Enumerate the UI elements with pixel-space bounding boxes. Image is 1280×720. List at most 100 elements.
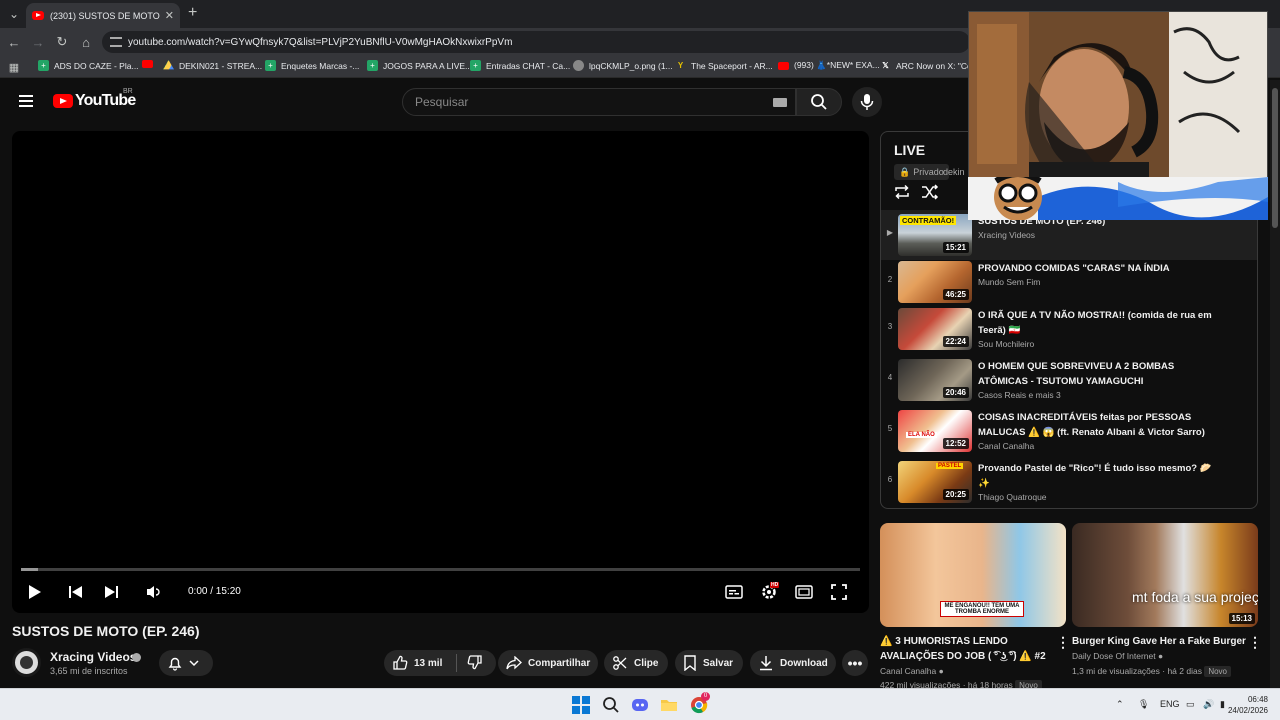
recommended-channel[interactable]: Canal Canalha ●: [880, 666, 944, 676]
forward-icon[interactable]: →: [29, 33, 47, 51]
country-code: BR: [123, 88, 133, 95]
bookmark-item[interactable]: DEKIN021 - STREA...: [163, 60, 262, 71]
browser-tab-active[interactable]: (2301) SUSTOS DE MOTO (EP. 2 ✕: [26, 3, 180, 28]
fullscreen-button[interactable]: [827, 580, 851, 604]
thumbnail[interactable]: PASTEL 20:25: [898, 461, 972, 503]
thumbnail[interactable]: 46:25: [898, 261, 972, 303]
bookmark-item[interactable]: (993) 👗*NEW* EXA...: [778, 60, 880, 71]
thumbnail[interactable]: 20:46: [898, 359, 972, 401]
share-button[interactable]: Compartilhar: [498, 650, 598, 676]
settings-button[interactable]: HD: [757, 580, 781, 604]
input-language[interactable]: ENG: [1160, 699, 1180, 709]
playlist-item[interactable]: 4 20:46 O HOMEM QUE SOBREVIVEU A 2 BOMBA…: [881, 355, 1257, 405]
more-options-icon[interactable]: ⋮: [1056, 634, 1070, 651]
subtitles-button[interactable]: [722, 580, 746, 604]
discord-icon[interactable]: [631, 696, 649, 714]
battery-icon[interactable]: ▮: [1220, 699, 1225, 710]
playlist-owner[interactable]: dekin: [943, 167, 965, 177]
video-player[interactable]: 0:00 / 15:20 HD: [12, 131, 869, 613]
bookmark-item[interactable]: + ADS DO CAZE - Pla...: [38, 60, 139, 71]
mute-button[interactable]: [142, 580, 166, 604]
playlist-item[interactable]: 3 22:24 O IRÃ QUE A TV NÃO MOSTRA!! (com…: [881, 304, 1257, 354]
scrollbar-thumb[interactable]: [1272, 88, 1278, 228]
search-icon[interactable]: [602, 696, 620, 714]
playlist-item-channel: Canal Canalha: [978, 441, 1035, 451]
shuffle-button[interactable]: [921, 184, 939, 205]
file-explorer-icon[interactable]: [660, 696, 678, 714]
thumbnail[interactable]: ELA NÃO 12:52: [898, 410, 972, 452]
volume-icon[interactable]: 🔊: [1203, 699, 1214, 710]
tray-overflow-icon[interactable]: ⌃: [1116, 699, 1124, 710]
address-bar[interactable]: youtube.com/watch?v=GYwQfnsyk7Q&list=PLV…: [102, 31, 970, 53]
thumbnail[interactable]: 22:24: [898, 308, 972, 350]
like-button[interactable]: 13 mil: [392, 655, 442, 671]
thumbnail-caption: ME ENGANOU!! TEM UMA TROMBA ENORME: [940, 601, 1024, 617]
save-button[interactable]: Salvar: [675, 650, 743, 676]
bookmark-label: JOGOS PARA A LIVE...: [383, 60, 473, 71]
windows-start-icon[interactable]: [572, 696, 590, 714]
theater-mode-button[interactable]: [792, 580, 816, 604]
back-icon[interactable]: ←: [5, 33, 23, 51]
new-tab-icon[interactable]: +: [188, 4, 197, 22]
play-button[interactable]: [23, 580, 47, 604]
playlist-item-channel: Thiago Quatroque: [978, 492, 1047, 502]
play-icon: [29, 585, 41, 599]
playlist-item-index: 2: [887, 275, 893, 284]
reload-icon[interactable]: ↻: [53, 33, 71, 51]
recommended-channel[interactable]: Daily Dose Of Internet ●: [1072, 651, 1163, 661]
bookmark-item[interactable]: Y The Spaceport - AR...: [675, 60, 773, 71]
playlist-item[interactable]: 2 46:25 PROVANDO COMIDAS "CARAS" NA ÍNDI…: [881, 257, 1257, 307]
menu-icon[interactable]: [19, 95, 33, 107]
bookmark-item[interactable]: + Entradas CHAT - Ca...: [470, 60, 570, 71]
y-icon: Y: [677, 61, 684, 70]
site-info-icon[interactable]: [110, 37, 122, 47]
youtube-icon: [778, 61, 789, 70]
shuffle-icon: [922, 184, 939, 200]
recommended-title[interactable]: Burger King Gave Her a Fake Burger: [1072, 634, 1248, 649]
recommended-thumbnail[interactable]: mt foda a sua projeção rofissional pqu 1…: [1072, 523, 1258, 627]
bookmark-item[interactable]: + Enquetes Marcas -...: [265, 60, 359, 71]
search-button[interactable]: [796, 88, 842, 116]
youtube-logo-icon[interactable]: [53, 94, 73, 108]
download-button[interactable]: Download: [750, 650, 836, 676]
globe-icon: [573, 60, 584, 71]
loop-button[interactable]: [893, 184, 911, 205]
system-clock[interactable]: 06:48 24/02/2026: [1228, 694, 1268, 716]
recommended-thumbnail[interactable]: ME ENGANOU!! TEM UMA TROMBA ENORME: [880, 523, 1066, 627]
playlist-item[interactable]: 6 PASTEL 20:25 Provando Pastel de "Rico"…: [881, 457, 1257, 507]
clip-button[interactable]: Clipe: [604, 650, 668, 676]
bookmark-item[interactable]: 𝕏 ARC Now on X: "Co...: [880, 60, 979, 71]
duration-badge: 22:24: [942, 336, 969, 347]
notification-bell-button[interactable]: [159, 650, 213, 676]
page-scrollbar[interactable]: [1270, 80, 1280, 688]
next-button[interactable]: [99, 580, 123, 604]
playlist-item[interactable]: 5 ELA NÃO 12:52 COISAS INACREDITÁVEIS fe…: [881, 406, 1257, 456]
tab-close-icon[interactable]: ✕: [165, 9, 174, 22]
previous-button[interactable]: [64, 580, 88, 604]
bookmark-item[interactable]: lpqCKMLP_o.png (1...: [573, 60, 673, 71]
bookmark-item[interactable]: + JOGOS PARA A LIVE...: [367, 60, 472, 71]
progress-bar[interactable]: [21, 568, 860, 571]
more-options-icon[interactable]: ⋮: [1248, 634, 1262, 651]
channel-avatar[interactable]: [12, 648, 41, 677]
voice-search-button[interactable]: [852, 87, 882, 117]
stream-banner: [968, 177, 1268, 220]
more-actions-button[interactable]: •••: [842, 650, 868, 676]
youtube-icon: [142, 60, 153, 68]
bell-icon: [168, 657, 182, 671]
thumbnail[interactable]: CONTRAMÃO! 15:21: [898, 214, 972, 256]
recommended-title[interactable]: ⚠️ 3 HUMORISTAS LENDO AVALIAÇÕES DO JOB …: [880, 634, 1056, 664]
chrome-icon[interactable]: 0: [690, 692, 710, 714]
keyboard-icon[interactable]: [773, 98, 787, 107]
apps-grid-icon[interactable]: ▦: [5, 58, 23, 76]
playlist-item-channel: Casos Reais e mais 3: [978, 390, 1061, 400]
duration-badge: 12:52: [942, 438, 969, 449]
tray-mic-icon[interactable]: 🎙: [1138, 699, 1149, 710]
home-icon[interactable]: ⌂: [77, 33, 95, 51]
network-icon[interactable]: ▭: [1186, 699, 1195, 710]
dislike-button[interactable]: [467, 654, 489, 673]
search-input[interactable]: Pesquisar: [402, 88, 796, 116]
playlist-title[interactable]: LIVE: [894, 142, 925, 158]
tab-search-icon[interactable]: ⌄: [4, 4, 24, 24]
channel-name[interactable]: Xracing Videos: [50, 650, 136, 664]
